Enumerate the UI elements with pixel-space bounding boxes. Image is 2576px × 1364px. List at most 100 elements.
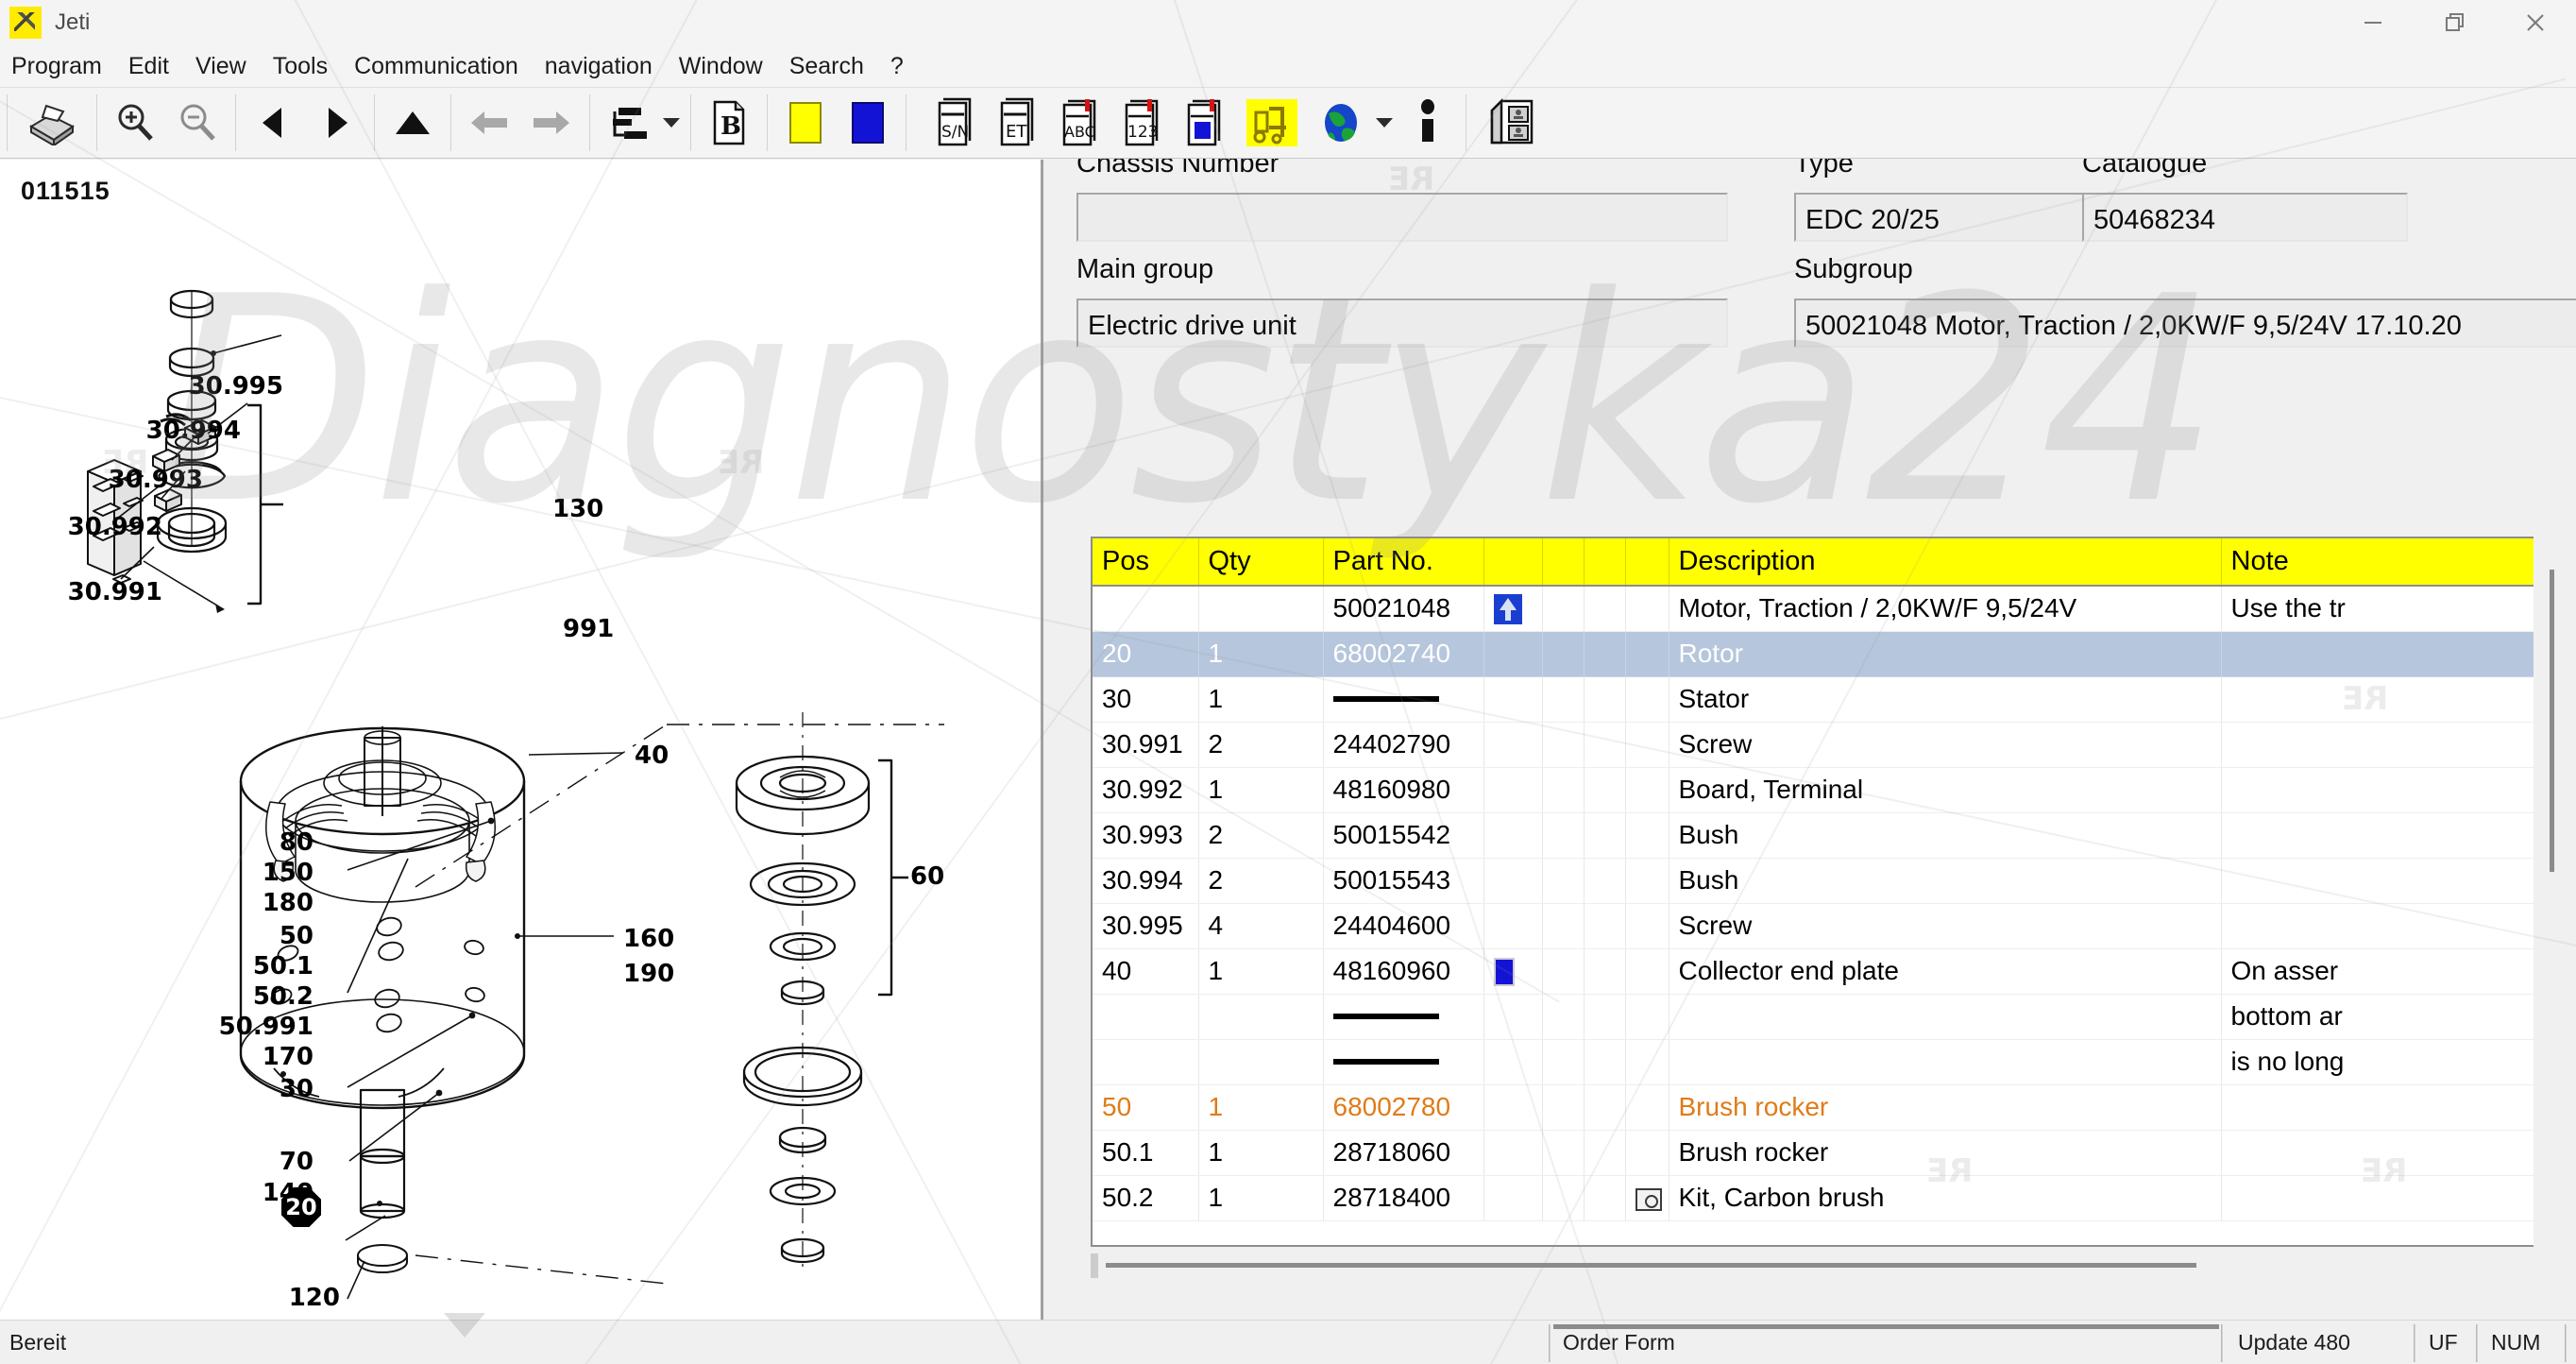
column-header-pos[interactable]: Pos bbox=[1093, 538, 1199, 587]
zoom-out-icon[interactable] bbox=[166, 93, 229, 153]
serial-number-icon[interactable]: S/N bbox=[923, 93, 985, 153]
info-icon[interactable] bbox=[1397, 93, 1459, 153]
cell-pos: 30.993 bbox=[1093, 812, 1199, 859]
text-search-icon[interactable]: ABC bbox=[1047, 93, 1110, 153]
tree-view-dropdown-icon[interactable] bbox=[659, 93, 684, 153]
yellow-marker-icon[interactable] bbox=[774, 93, 837, 153]
forward-icon[interactable] bbox=[520, 93, 583, 153]
previous-page-icon[interactable] bbox=[243, 93, 305, 153]
close-icon[interactable] bbox=[2495, 0, 2576, 45]
table-row[interactable]: 30.992 1 48160980 Board, Terminal bbox=[1093, 767, 2534, 813]
scrollbar-thumb-horizontal[interactable] bbox=[1106, 1263, 2196, 1268]
menu-item-search[interactable]: Search bbox=[776, 45, 877, 87]
table-row[interactable]: 50 1 68002780 Brush rocker bbox=[1093, 1084, 2534, 1131]
menu-item-communication[interactable]: Communication bbox=[341, 45, 532, 87]
forklift-icon[interactable] bbox=[1234, 93, 1310, 153]
menu-item-help[interactable]: ? bbox=[877, 45, 917, 87]
marked-parts-icon[interactable] bbox=[1172, 93, 1234, 153]
table-row[interactable]: is no long bbox=[1093, 1039, 2534, 1085]
menu-item-tools[interactable]: Tools bbox=[260, 45, 341, 87]
diagram-label-30: 30 bbox=[279, 1075, 314, 1103]
column-header-flag4[interactable] bbox=[1625, 538, 1669, 587]
menu-item-edit[interactable]: Edit bbox=[115, 45, 182, 87]
cell-note bbox=[2221, 722, 2534, 768]
status-divider bbox=[2221, 1324, 2223, 1362]
diagram-label-30995: 30.995 bbox=[188, 372, 283, 401]
next-page-icon[interactable] bbox=[305, 93, 367, 153]
menu-item-window[interactable]: Window bbox=[666, 45, 776, 87]
archive-icon[interactable] bbox=[1473, 93, 1549, 153]
blue-marker-icon[interactable] bbox=[837, 93, 899, 153]
diagram-pane[interactable]: 011515 130 991 30.995 30.994 30.993 30.9… bbox=[0, 160, 1043, 1320]
main-group-group: Main group Electric drive unit bbox=[1076, 254, 1728, 348]
table-row[interactable]: 50021048 Motor, Traction / 2,0KW/F 9,5/2… bbox=[1093, 586, 2534, 632]
cell-pos: 30 bbox=[1093, 676, 1199, 723]
parts-table-body: 50021048 Motor, Traction / 2,0KW/F 9,5/2… bbox=[1093, 586, 2534, 1221]
column-header-flag1[interactable] bbox=[1483, 538, 1543, 587]
table-row[interactable]: 30.993 2 50015542 Bush bbox=[1093, 812, 2534, 859]
table-row[interactable]: bottom ar bbox=[1093, 994, 2534, 1040]
column-header-qty[interactable]: Qty bbox=[1198, 538, 1324, 587]
cell-part: 28718060 bbox=[1323, 1130, 1484, 1176]
column-header-description[interactable]: Description bbox=[1669, 538, 2222, 587]
language-globe-icon[interactable] bbox=[1310, 93, 1372, 153]
cell-flag3 bbox=[1584, 994, 1626, 1040]
catalogue-icon[interactable] bbox=[14, 93, 90, 153]
catalogue-input[interactable]: 50468234 bbox=[2082, 193, 2408, 242]
column-header-part-no[interactable]: Part No. bbox=[1323, 538, 1484, 587]
cell-description: Brush rocker bbox=[1669, 1084, 2222, 1131]
table-row[interactable]: 30.994 2 50015543 Bush bbox=[1093, 858, 2534, 904]
table-row[interactable]: 30.995 4 24404600 Screw bbox=[1093, 903, 2534, 949]
cell-flag2 bbox=[1542, 903, 1585, 949]
cell-note: is no long bbox=[2221, 1039, 2534, 1085]
zoom-in-icon[interactable] bbox=[104, 93, 166, 153]
table-row[interactable]: 50.1 1 28718060 Brush rocker bbox=[1093, 1130, 2534, 1176]
language-dropdown-icon[interactable] bbox=[1372, 93, 1397, 153]
cell-part: 48160960 bbox=[1323, 948, 1484, 995]
exploded-parts-diagram[interactable] bbox=[0, 160, 1043, 1320]
minimize-icon[interactable] bbox=[2332, 0, 2414, 45]
spare-part-icon[interactable]: ET bbox=[985, 93, 1047, 153]
cell-flag1 bbox=[1483, 767, 1543, 813]
scrollbar-thumb-vertical[interactable] bbox=[2550, 570, 2554, 872]
cell-pos: 30.994 bbox=[1093, 858, 1199, 904]
menu-item-program[interactable]: Program bbox=[0, 45, 115, 87]
maximize-icon[interactable] bbox=[2414, 0, 2495, 45]
cell-qty: 4 bbox=[1198, 903, 1324, 949]
column-header-note[interactable]: Note bbox=[2221, 538, 2534, 587]
cell-flag3 bbox=[1584, 858, 1626, 904]
number-search-icon[interactable]: 123 bbox=[1110, 93, 1172, 153]
bold-document-icon[interactable]: B bbox=[698, 93, 760, 153]
parts-table-vertical-scrollbar[interactable] bbox=[2534, 537, 2571, 1247]
chassis-number-group: Chassis Number bbox=[1076, 148, 1728, 242]
cell-flag1 bbox=[1483, 722, 1543, 768]
subgroup-input[interactable]: 50021048 Motor, Traction / 2,0KW/F 9,5/2… bbox=[1794, 298, 2576, 348]
menu-item-navigation[interactable]: navigation bbox=[532, 45, 666, 87]
table-row[interactable]: 30 1 Stator bbox=[1093, 676, 2534, 723]
column-header-flag3[interactable] bbox=[1584, 538, 1626, 587]
table-row[interactable]: 20 1 68002740 Rotor bbox=[1093, 631, 2534, 677]
table-row[interactable]: 50.2 1 28718400 Kit, Carbon brush bbox=[1093, 1175, 2534, 1221]
main-group-input[interactable]: Electric drive unit bbox=[1076, 298, 1728, 348]
back-icon[interactable] bbox=[458, 93, 520, 153]
parts-table-container[interactable]: Pos Qty Part No. Description Note 500210… bbox=[1091, 537, 2534, 1247]
status-divider bbox=[2565, 1324, 2567, 1362]
cell-note bbox=[2221, 676, 2534, 723]
table-row[interactable]: 40 1 48160960 Collector end plate On ass… bbox=[1093, 948, 2534, 995]
toolbar-separator bbox=[589, 94, 590, 151]
menu-item-view[interactable]: View bbox=[182, 45, 260, 87]
cell-pos: 30.991 bbox=[1093, 722, 1199, 768]
pane-splitter[interactable] bbox=[1043, 160, 1053, 1320]
chassis-number-input[interactable] bbox=[1076, 193, 1728, 242]
go-up-icon[interactable] bbox=[381, 93, 444, 153]
parts-table-horizontal-scrollbar[interactable] bbox=[1091, 1253, 2534, 1287]
column-header-flag2[interactable] bbox=[1542, 538, 1585, 587]
toolbar-separator bbox=[906, 94, 907, 151]
splitter-caret-icon bbox=[444, 1313, 485, 1338]
table-row[interactable]: 30.991 2 24402790 Screw bbox=[1093, 722, 2534, 768]
tree-view-icon[interactable] bbox=[597, 93, 659, 153]
app-icon bbox=[9, 7, 42, 39]
cell-flag3 bbox=[1584, 722, 1626, 768]
application-window: Jeti Program Edit View Tools Communicati… bbox=[0, 0, 2576, 1364]
cell-flag2 bbox=[1542, 994, 1585, 1040]
